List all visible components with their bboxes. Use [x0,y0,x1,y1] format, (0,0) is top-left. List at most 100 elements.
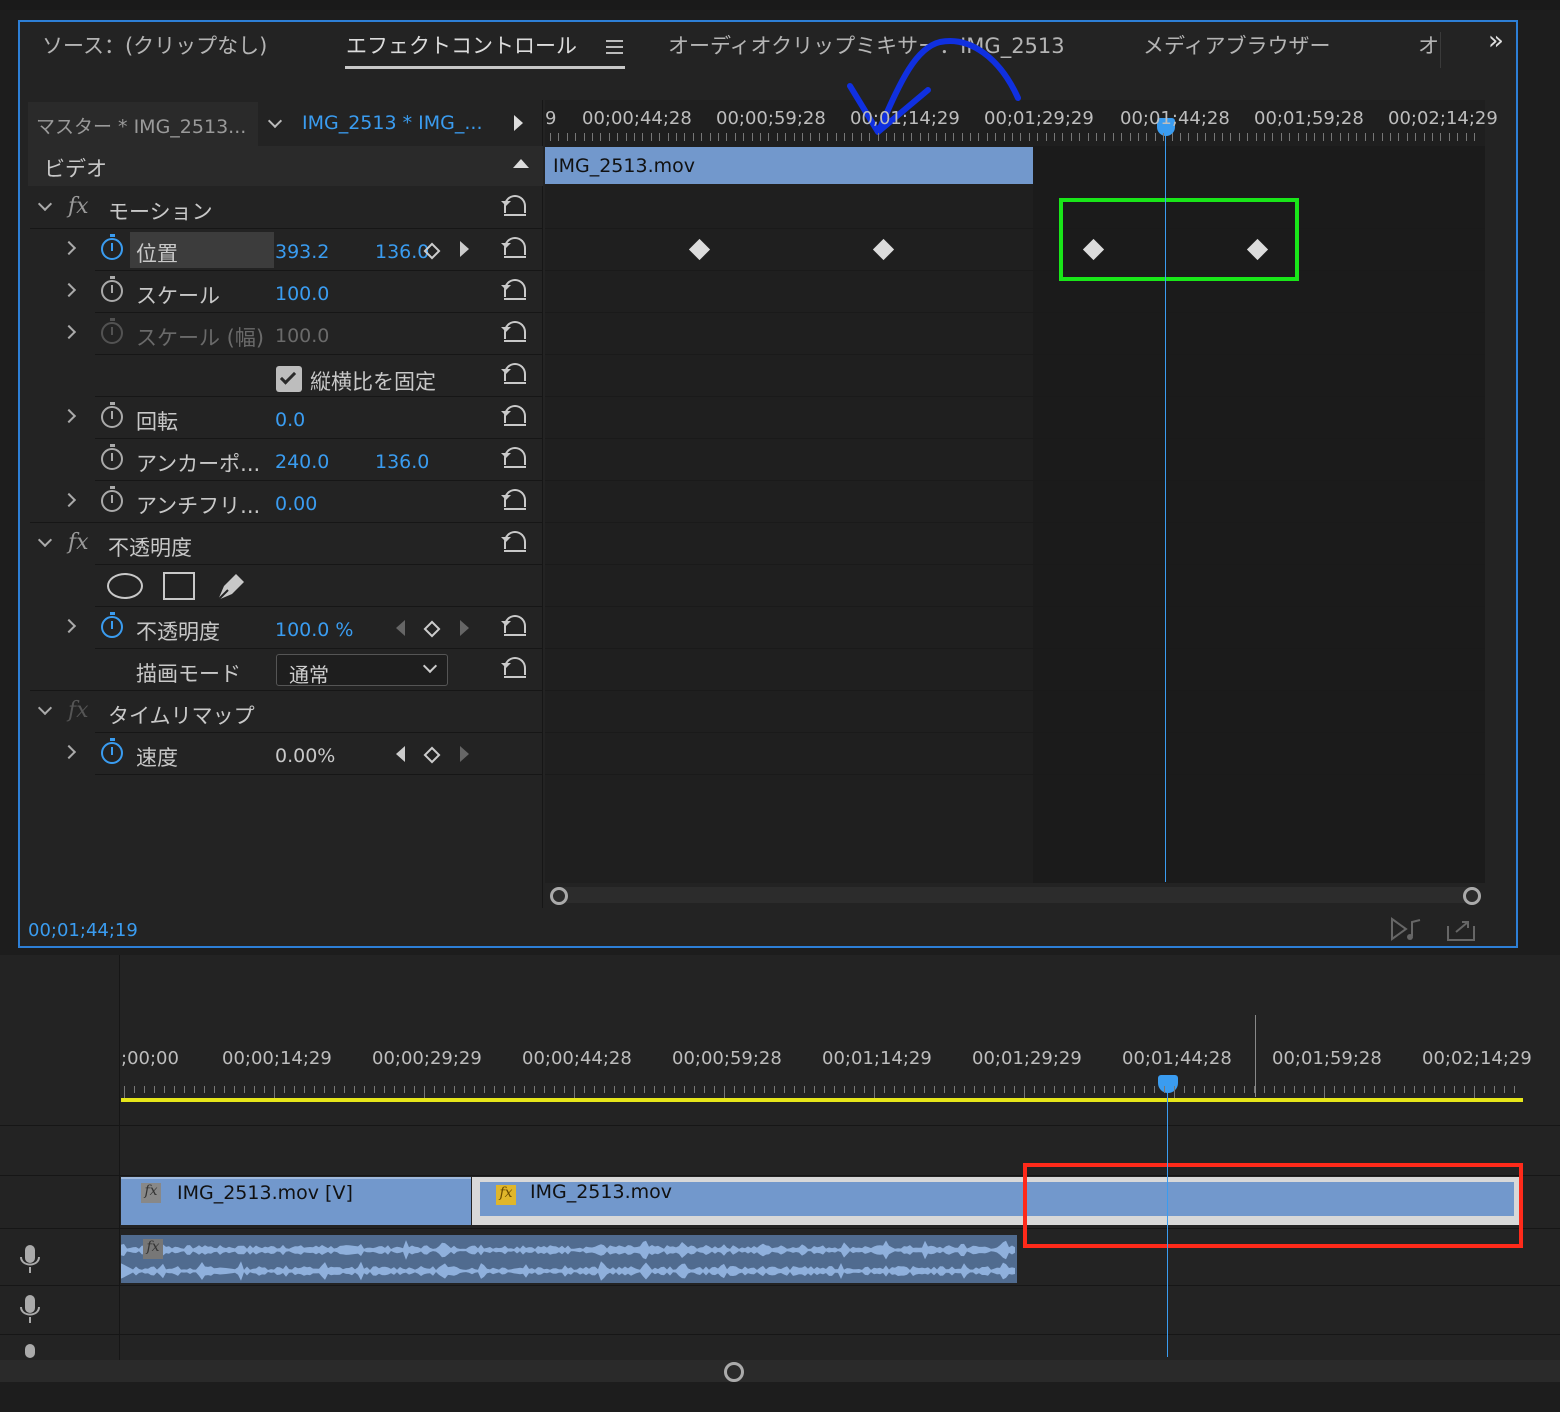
reset-icon[interactable] [501,531,526,552]
ruler-tick [827,133,828,141]
panel-menu-icon[interactable] [606,40,623,54]
reset-icon[interactable] [501,279,526,300]
anchor-x-value[interactable]: 240.0 [275,451,329,473]
microphone-icon[interactable] [18,1243,42,1275]
ec-clip-bar[interactable]: IMG_2513.mov [545,147,1033,184]
ruler-tick [1374,1086,1375,1093]
ruler-tick [984,1086,985,1093]
scrollbar-right-handle[interactable] [1463,887,1481,905]
opacity-label: 不透明度 [136,620,220,644]
stopwatch-icon[interactable] [101,738,123,764]
ruler-tick [1205,133,1206,141]
reset-icon[interactable] [501,237,526,258]
ruler-tick [886,133,887,141]
audio-clip[interactable]: fx [121,1235,1017,1283]
ruler-tick [244,1086,245,1093]
work-area-bar[interactable] [121,1098,1523,1102]
tab-more[interactable]: オ [1418,30,1439,60]
ruler-tick [1088,133,1089,141]
scrollbar-handle[interactable] [724,1362,744,1382]
play-audio-icon[interactable] [1390,916,1424,942]
antiflicker-value[interactable]: 0.00 [275,493,317,515]
rotation-label: 回転 [136,410,178,434]
reset-icon[interactable] [501,657,526,678]
anchor-y-value[interactable]: 136.0 [375,451,429,473]
fx-icon[interactable]: fx [68,698,89,723]
ruler-tick [668,133,669,141]
ruler-tick [1440,133,1441,141]
stopwatch-icon[interactable] [101,402,123,428]
ruler-tick [134,1086,135,1093]
ruler-tick [124,1086,125,1098]
reset-icon[interactable] [501,363,526,384]
red-highlight-box [1023,1163,1523,1248]
tab-effect-controls[interactable]: エフェクトコントロール [346,30,577,60]
prev-keyframe-icon[interactable] [396,746,405,762]
microphone-icon[interactable] [18,1342,42,1358]
stopwatch-icon[interactable] [101,612,123,638]
collapse-up-icon[interactable] [513,159,529,168]
ec-ruler-label: 9 [545,108,557,129]
next-keyframe-icon[interactable] [460,241,469,257]
position-y-value[interactable]: 136.0 [375,241,429,263]
fx-icon[interactable]: fx [68,530,89,555]
ruler-tick [654,1086,655,1093]
scrollbar-left-handle[interactable] [550,887,568,905]
current-timecode[interactable]: 00;01;44;19 [28,920,138,941]
blend-mode-select[interactable]: 通常 [276,654,448,687]
rotation-value[interactable]: 0.0 [275,409,305,431]
sequence-ruler-label: 00;01;59;28 [1272,1048,1382,1069]
clip-v1[interactable]: fx IMG_2513.mov [V] [121,1177,471,1225]
ruler-tick [1356,133,1357,141]
rectangle-mask-icon[interactable] [163,572,195,600]
fx-icon[interactable]: fx [68,194,89,219]
fx-badge-icon: fx [141,1183,161,1203]
next-keyframe-icon[interactable] [460,746,469,762]
ruler-tick [1254,1086,1255,1093]
prev-keyframe-icon[interactable] [396,620,405,636]
uniform-scale-checkbox[interactable] [276,366,302,392]
reset-icon[interactable] [501,405,526,426]
opacity-value[interactable]: 100.0 % [275,619,354,641]
reset-icon[interactable] [501,489,526,510]
play-preview-icon[interactable] [514,115,523,131]
reset-icon[interactable] [501,447,526,468]
pen-mask-icon[interactable] [214,568,250,604]
stopwatch-icon[interactable] [101,234,123,260]
clip-v1-label: IMG_2513.mov [V] [177,1182,353,1204]
checkmark-icon [279,368,297,385]
next-keyframe-icon[interactable] [460,620,469,636]
ec-zoom-scrollbar[interactable] [550,887,1480,903]
tabs-overflow-icon[interactable]: » [1488,26,1504,56]
reset-icon[interactable] [501,321,526,342]
divider [95,564,542,565]
speed-value[interactable]: 0.00% [275,745,335,767]
stopwatch-icon[interactable] [101,486,123,512]
ruler-tick [524,1086,525,1093]
ruler-tick [804,1086,805,1093]
ruler-tick [854,1086,855,1093]
ruler-tick [794,1086,795,1093]
clip-selector-label[interactable]: IMG_2513 * IMG_... [302,112,483,134]
stopwatch-icon[interactable] [101,276,123,302]
sequence-scrollbar[interactable] [0,1360,1560,1382]
ruler-tick [936,133,937,141]
tab-media-browser[interactable]: メディアブラウザー [1143,30,1331,60]
export-icon[interactable] [1446,916,1478,942]
reset-icon[interactable] [501,615,526,636]
ruler-tick [1114,1086,1115,1093]
position-x-value[interactable]: 393.2 [275,241,329,263]
ellipse-mask-icon[interactable] [107,573,143,599]
ruler-tick [945,133,946,141]
tab-source[interactable]: ソース：(クリップなし) [42,30,267,60]
microphone-icon[interactable] [18,1293,42,1325]
ruler-tick [834,1086,835,1093]
scale-width-label: スケール (幅) [136,326,265,350]
ec-ruler-label: 00;00;59;28 [716,108,826,129]
sequence-ruler-label: 00;01;29;29 [972,1048,1082,1069]
ruler-tick [784,1086,785,1093]
reset-icon[interactable] [501,195,526,216]
stopwatch-icon[interactable] [101,444,123,470]
divider [95,270,542,271]
scale-value[interactable]: 100.0 [275,283,329,305]
